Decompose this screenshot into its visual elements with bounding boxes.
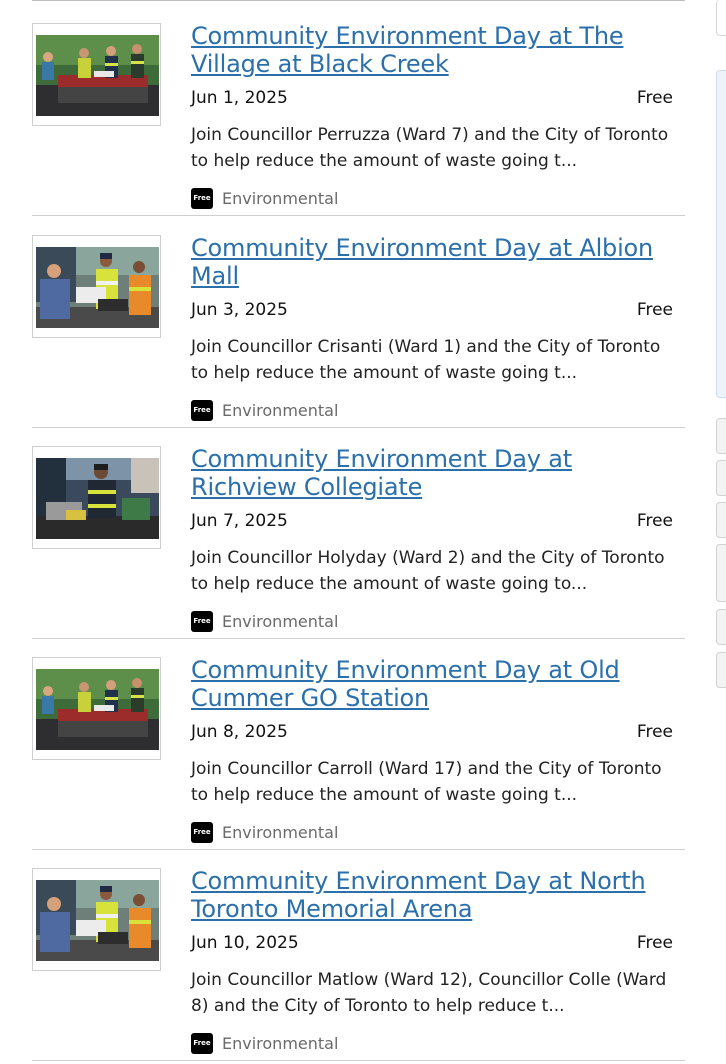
event-card: Community Environment Day at Richview Co… [32, 427, 685, 639]
event-thumbnail[interactable] [32, 868, 161, 971]
event-description: Join Councillor Matlow (Ward 12), Counci… [191, 970, 667, 1016]
event-tags: Free Environmental [191, 187, 338, 209]
event-description: Join Councillor Perruzza (Ward 7) and th… [191, 125, 669, 171]
sidebar-search-box[interactable] [716, 0, 726, 36]
event-card: Community Environment Day at Old Cummer … [32, 638, 685, 850]
free-badge-icon: Free [191, 821, 213, 843]
free-badge-icon: Free [191, 187, 213, 209]
sidebar-button-3[interactable] [716, 502, 726, 538]
event-tags: Free Environmental [191, 610, 338, 632]
event-date: Jun 1, 2025 [191, 88, 288, 108]
event-title-link[interactable]: Community Environment Day at Old Cummer … [191, 656, 681, 712]
event-date: Jun 7, 2025 [191, 511, 288, 531]
free-badge-icon: Free [191, 1032, 213, 1054]
volunteers-at-table-photo [36, 35, 159, 116]
event-title-link[interactable]: Community Environment Day at The Village… [191, 22, 681, 78]
event-date: Jun 3, 2025 [191, 300, 288, 320]
event-description: Join Councillor Holyday (Ward 2) and the… [191, 548, 665, 594]
event-category: Environmental [222, 611, 339, 631]
event-category: Environmental [222, 1033, 339, 1053]
event-description: Join Councillor Carroll (Ward 17) and th… [191, 759, 662, 805]
sidebar-button-4[interactable] [716, 544, 726, 602]
event-title-link[interactable]: Community Environment Day at North Toron… [191, 867, 681, 923]
event-date: Jun 10, 2025 [191, 933, 299, 953]
event-tags: Free Environmental [191, 399, 338, 421]
free-badge-icon: Free [191, 610, 213, 632]
volunteers-at-table-photo [36, 669, 159, 750]
event-title-link[interactable]: Community Environment Day at Richview Co… [191, 445, 681, 501]
sidebar-button-5[interactable] [716, 609, 726, 645]
free-badge-icon: Free [191, 399, 213, 421]
event-price: Free [636, 511, 673, 531]
worker-sorting-photo [36, 458, 159, 539]
event-card: Community Environment Day at The Village… [32, 4, 685, 216]
event-category: Environmental [222, 822, 339, 842]
event-category: Environmental [222, 400, 339, 420]
event-tags: Free Environmental [191, 1032, 338, 1054]
handing-box-photo [36, 247, 159, 328]
list-top-divider [32, 0, 685, 1]
event-price: Free [636, 88, 673, 108]
event-thumbnail[interactable] [32, 235, 161, 338]
event-price: Free [636, 933, 673, 953]
event-price: Free [636, 722, 673, 742]
event-thumbnail[interactable] [32, 23, 161, 126]
handing-box-photo [36, 880, 159, 961]
sidebar-button-1[interactable] [716, 418, 726, 454]
event-card: Community Environment Day at North Toron… [32, 849, 685, 1061]
event-category: Environmental [222, 188, 339, 208]
event-tags: Free Environmental [191, 821, 338, 843]
sidebar-filter-panel [716, 70, 726, 398]
event-title-link[interactable]: Community Environment Day at Albion Mall [191, 234, 681, 290]
sidebar-button-2[interactable] [716, 460, 726, 496]
event-price: Free [636, 300, 673, 320]
event-thumbnail[interactable] [32, 657, 161, 760]
event-thumbnail[interactable] [32, 446, 161, 549]
event-date: Jun 8, 2025 [191, 722, 288, 742]
sidebar-button-6[interactable] [716, 652, 726, 688]
event-description: Join Councillor Crisanti (Ward 1) and th… [191, 337, 661, 383]
event-card: Community Environment Day at Albion Mall… [32, 216, 685, 428]
